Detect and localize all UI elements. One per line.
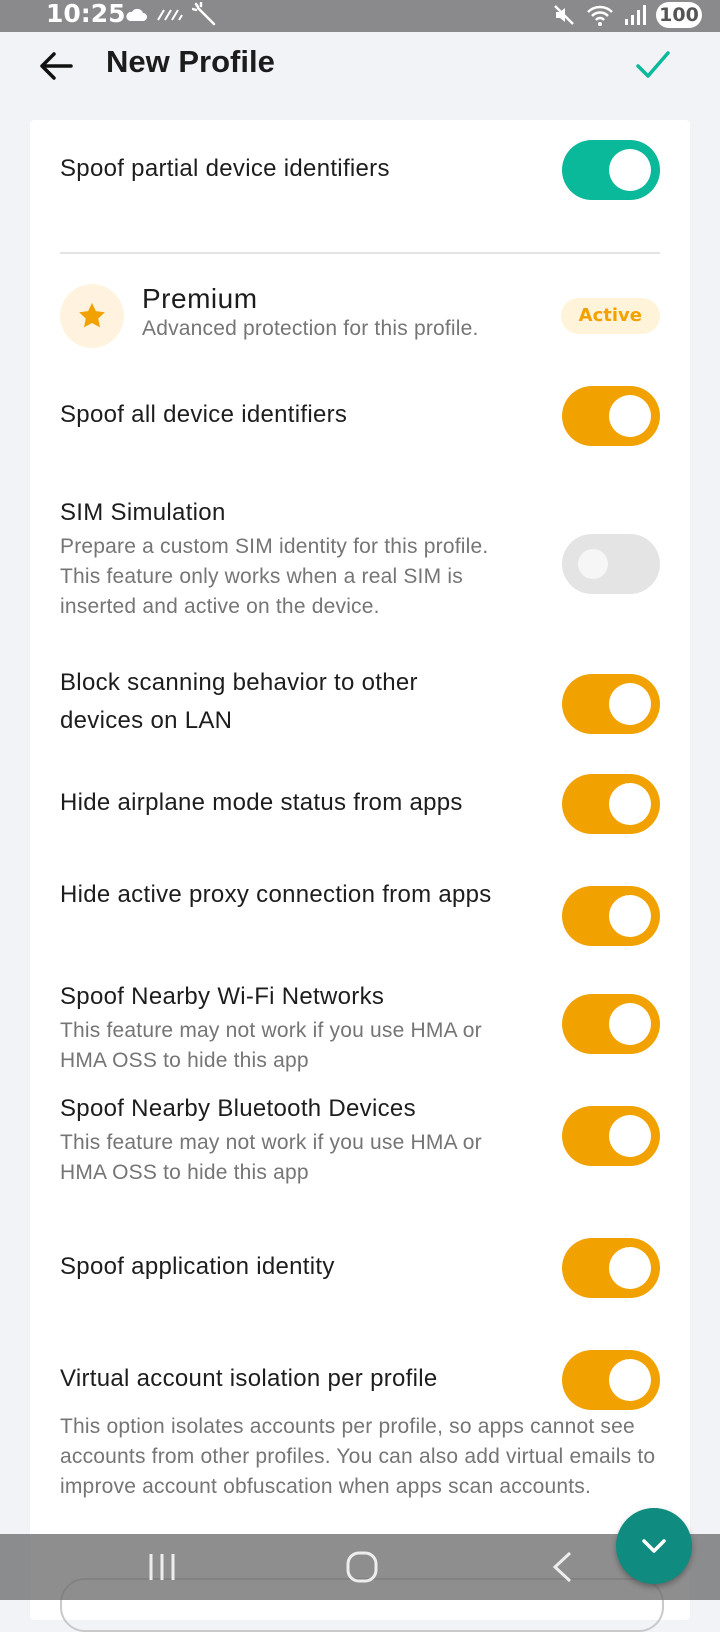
divider [60,252,660,254]
recents-button[interactable] [132,1544,192,1590]
status-bar: 10:25 100 [0,0,720,32]
setting-row: Spoof Nearby Wi-Fi Networks This feature… [60,978,660,1074]
setting-label: SIM Simulation [60,499,226,526]
save-button[interactable] [630,42,676,88]
setting-row: Spoof all device identifiers [60,386,660,446]
page-title: New Profile [106,44,275,79]
system-nav-bar [0,1534,720,1600]
toggle-hide-airplane[interactable] [562,774,660,834]
toggle-all-identifiers[interactable] [562,386,660,446]
mute-icon [554,5,574,25]
setting-label: Spoof Nearby Wi-Fi Networks [60,983,385,1010]
status-badge: Active [560,298,660,334]
premium-title: Premium [142,283,258,314]
setting-label: Spoof application identity [60,1253,335,1280]
chevron-down-icon [642,1539,666,1553]
back-button[interactable] [34,44,78,88]
signal-icon [625,5,646,25]
home-button[interactable] [332,1544,392,1590]
setting-label: Spoof all device identifiers [60,401,348,428]
setting-label: Virtual account isolation per profile [60,1365,438,1392]
toggle-block-scanning[interactable] [562,674,660,734]
star-icon [79,302,105,328]
recents-icon [149,1554,175,1580]
toggle-app-identity[interactable] [562,1238,660,1298]
magic-wand-icon [192,2,216,26]
chevron-left-icon [552,1551,572,1583]
nav-back-button[interactable] [532,1544,592,1590]
wifi-icon [587,5,613,26]
cloud-icon [126,8,147,21]
premium-header: Premium Advanced protection for this pro… [60,283,660,350]
premium-subtitle: Advanced protection for this profile. [142,317,479,340]
status-time: 10:25 [46,0,126,28]
setting-row-partial: Spoof partial device identifiers [60,140,660,200]
toggle-wifi-networks[interactable] [562,994,660,1054]
setting-description: This feature may not work if you use HMA… [60,1131,482,1184]
setting-row: Hide active proxy connection from apps [60,876,660,952]
setting-label: Spoof Nearby Bluetooth Devices [60,1095,416,1122]
toggle-sim-simulation[interactable] [562,534,660,594]
check-icon [636,51,670,78]
battery-indicator: 100 [656,2,702,28]
setting-label: Spoof partial device identifiers [60,155,390,182]
setting-row: Spoof Nearby Bluetooth Devices This feat… [60,1090,660,1186]
toggle-account-isolation[interactable] [562,1350,660,1410]
setting-description: This feature may not work if you use HMA… [60,1019,482,1072]
top-app-bar: New Profile [0,32,720,118]
scroll-down-fab[interactable] [616,1508,692,1584]
setting-description: Prepare a custom SIM identity for this p… [60,535,489,618]
account-isolation-note: This option isolates accounts per profil… [60,1415,656,1498]
toggle-bluetooth-devices[interactable] [562,1106,660,1166]
toggle-partial-identifiers[interactable] [562,140,660,200]
setting-row: Hide airplane mode status from apps [60,774,660,834]
toggle-hide-proxy[interactable] [562,886,660,946]
setting-label: Hide active proxy connection from apps [60,881,492,908]
setting-label: Hide airplane mode status from apps [60,789,463,816]
setting-row: Virtual account isolation per profile [60,1350,660,1410]
arrow-left-icon [40,52,73,80]
weather-haze-icon [157,9,183,21]
setting-row: SIM Simulation Prepare a custom SIM iden… [60,494,660,624]
setting-row: Block scanning behavior to other devices… [60,664,660,740]
home-icon [346,1551,378,1583]
setting-label: Block scanning behavior to other devices… [60,669,418,734]
settings-card: Spoof partial device identifiers Premium… [30,120,690,1620]
setting-row: Spoof application identity [60,1238,660,1298]
